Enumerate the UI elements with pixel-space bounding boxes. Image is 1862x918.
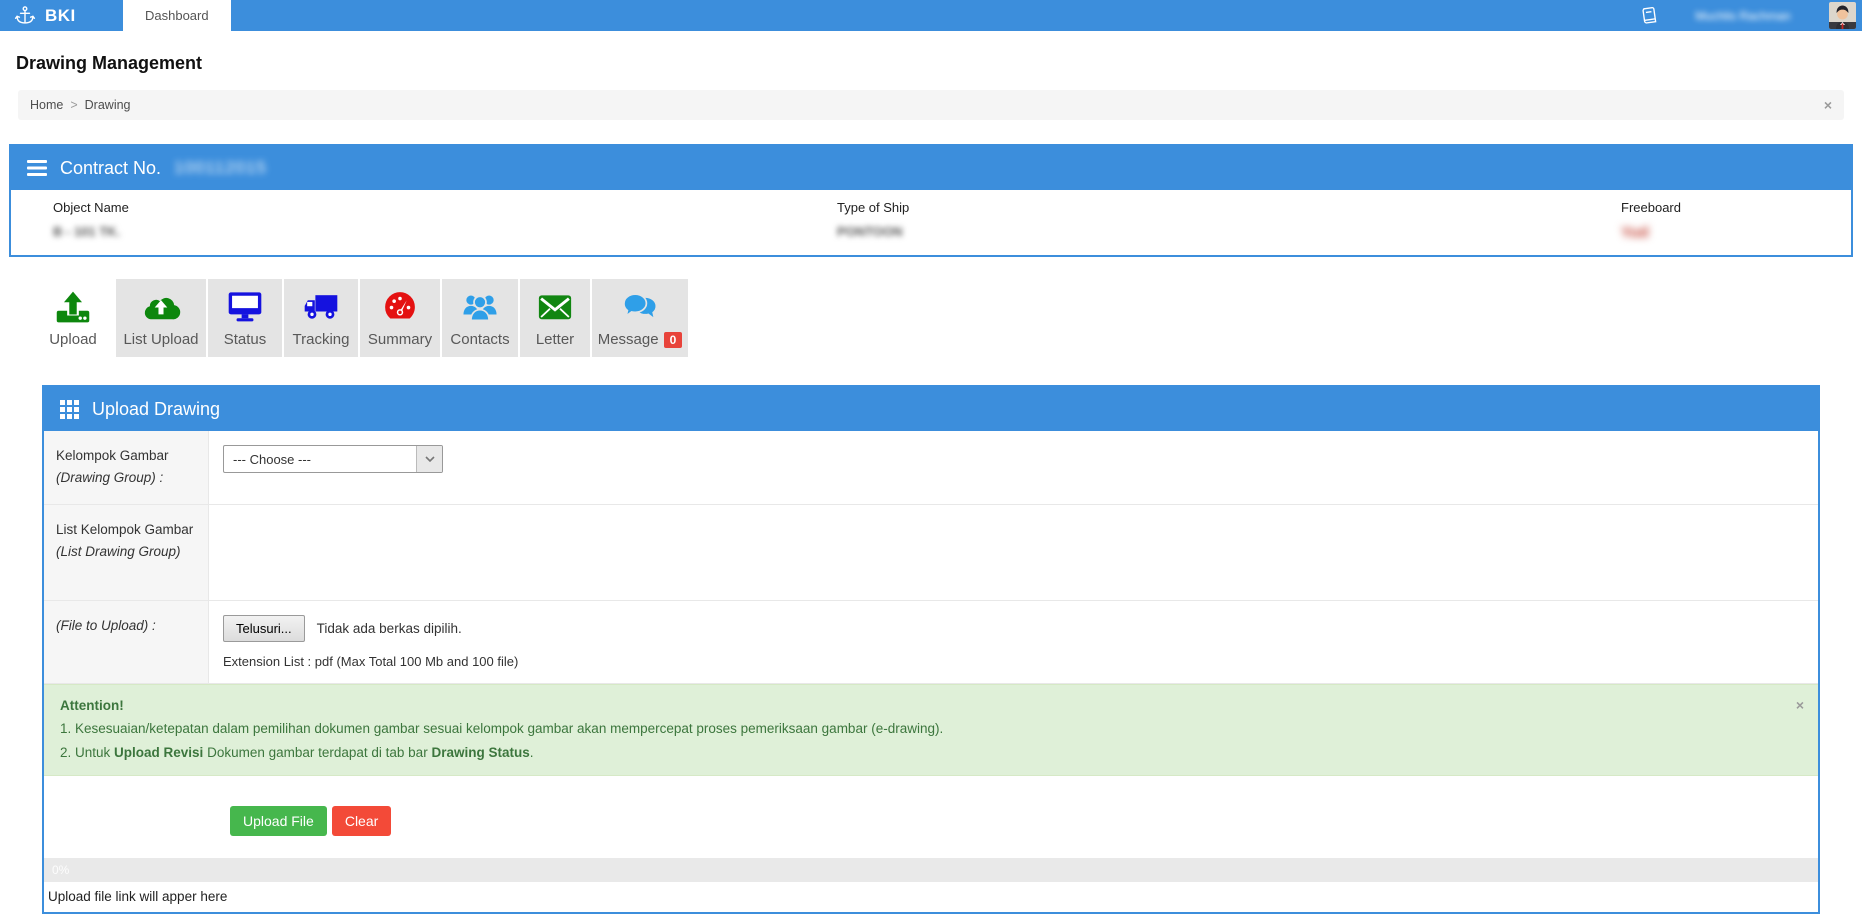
page: BKI Dashboard Muchlis Rachman [0,0,1862,918]
alert-close-icon[interactable]: × [1796,693,1804,718]
upload-progress-bar: 0% [44,858,1818,882]
desktop-icon [227,287,263,327]
form-actions: Upload File Clear [44,776,1818,858]
tab-summary-label: Summary [368,331,432,348]
upload-drawing-header: Upload Drawing [44,387,1818,431]
users-icon [460,287,500,327]
tab-status-label: Status [224,331,267,348]
tab-letter-label: Letter [536,331,574,348]
tab-contacts-label: Contacts [450,331,509,348]
browse-file-button[interactable]: Telusuri... [223,615,305,642]
list-drawing-group-label-id: List Kelompok Gambar [56,522,193,537]
list-drawing-group-content [209,505,1818,600]
freeboard-label: Freeboard [1621,200,1851,215]
tab-summary[interactable]: Summary [360,279,442,357]
attention-line2-mid: Dokumen gambar terdapat di tab bar [203,745,431,760]
row-list-drawing-group: List Kelompok Gambar (List Drawing Group… [44,505,1818,601]
tab-message-text: Message [598,331,659,348]
breadcrumb-home[interactable]: Home [30,98,63,112]
drawing-group-label: Kelompok Gambar (Drawing Group) : [44,431,209,504]
attention-line2-bold2: Drawing Status [431,745,529,760]
page-title: Drawing Management [16,53,1862,74]
clear-button[interactable]: Clear [332,806,391,836]
field-freeboard: Freeboard Yud [1621,200,1851,241]
attention-line-2: 2. Untuk Upload Revisi Dokumen gambar te… [60,741,1802,765]
drawing-group-selected-value: --- Choose --- [224,452,416,467]
drawing-group-label-en: (Drawing Group) : [56,470,163,485]
object-name-value-masked: B - 101 TK. [53,224,837,239]
attention-title: Attention! [60,694,1802,718]
brand-link[interactable]: BKI [0,0,123,31]
list-drawing-group-label-en: (List Drawing Group) [56,544,181,559]
grid-icon [60,400,79,419]
contract-title: Contract No. [60,158,161,179]
attention-alert: Attention! 1. Kesesuaian/ketepatan dalam… [44,684,1818,777]
nav-tab-dashboard[interactable]: Dashboard [123,0,231,31]
extension-note: Extension List : pdf (Max Total 100 Mb a… [223,654,1804,669]
bki-anchor-logo-icon [14,4,36,28]
upload-file-button[interactable]: Upload File [230,806,327,836]
drawing-group-label-id: Kelompok Gambar [56,448,169,463]
envelope-icon [537,287,573,327]
truck-icon [303,287,339,327]
tab-list-upload[interactable]: List Upload [116,279,208,357]
type-of-ship-value-masked: PONTOON [837,224,1621,239]
tab-tracking-label: Tracking [293,331,350,348]
user-name[interactable]: Muchlis Rachman [1683,9,1803,23]
row-drawing-group: Kelompok Gambar (Drawing Group) : --- Ch… [44,431,1818,505]
file-to-upload-content: Telusuri... Tidak ada berkas dipilih. Ex… [209,601,1818,683]
tachometer-icon [382,287,418,327]
list-drawing-group-label: List Kelompok Gambar (List Drawing Group… [44,505,209,600]
user-avatar[interactable] [1829,2,1856,29]
file-to-upload-label: (File to Upload) : [44,601,209,683]
top-navbar: BKI Dashboard Muchlis Rachman [0,0,1862,31]
contract-panel: Contract No. 100112015 Object Name B - 1… [9,144,1853,257]
tab-letter[interactable]: Letter [520,279,592,357]
upload-icon [55,287,91,327]
tab-list-upload-label: List Upload [123,331,198,348]
object-name-label: Object Name [53,200,837,215]
drawing-group-content: --- Choose --- [209,431,1818,504]
tab-upload[interactable]: Upload [30,279,116,357]
tab-upload-label: Upload [49,331,97,348]
tab-tracking[interactable]: Tracking [284,279,360,357]
tab-message-label: Message 0 [598,331,683,348]
attention-line-1: 1. Kesesuaian/ketepatan dalam pemilihan … [60,717,1802,741]
tab-contacts[interactable]: Contacts [442,279,520,357]
attention-line2-prefix: 2. Untuk [60,745,114,760]
tab-status[interactable]: Status [208,279,284,357]
cloud-upload-icon [140,287,182,327]
breadcrumb: Home > Drawing × [18,90,1844,120]
message-count-badge: 0 [664,332,683,348]
breadcrumb-separator: > [70,98,77,112]
comments-icon [621,287,659,327]
row-file-to-upload: (File to Upload) : Telusuri... Tidak ada… [44,601,1818,684]
breadcrumb-close-icon[interactable]: × [1824,97,1832,113]
feature-tabstrip: Upload List Upload Status [30,279,1862,357]
type-of-ship-label: Type of Ship [837,200,1621,215]
contract-panel-body: Object Name B - 101 TK. Type of Ship PON… [11,190,1851,255]
field-object-name: Object Name B - 101 TK. [53,200,837,241]
contract-panel-header: Contract No. 100112015 [11,146,1851,190]
hamburger-icon[interactable] [27,160,47,176]
breadcrumb-current: Drawing [85,98,131,112]
freeboard-value-masked: Yud [1621,224,1851,241]
upload-drawing-panel: Upload Drawing Kelompok Gambar (Drawing … [42,385,1820,914]
book-icon[interactable] [1640,6,1657,25]
tab-message[interactable]: Message 0 [592,279,690,357]
file-to-upload-label-en: (File to Upload) : [56,618,156,633]
navbar-right: Muchlis Rachman [1640,0,1862,31]
chevron-down-icon [416,446,442,472]
upload-link-placeholder-text: Upload file link will apper here [44,882,1818,912]
contract-number-masked: 100112015 [174,158,267,178]
field-type-of-ship: Type of Ship PONTOON [837,200,1621,241]
brand-text: BKI [45,6,76,26]
attention-line2-suffix: . [530,745,534,760]
attention-line2-bold1: Upload Revisi [114,745,203,760]
upload-drawing-title: Upload Drawing [92,399,220,420]
no-file-selected-text: Tidak ada berkas dipilih. [317,621,462,636]
drawing-group-select[interactable]: --- Choose --- [223,445,443,473]
upload-progress-text: 0% [52,863,69,877]
